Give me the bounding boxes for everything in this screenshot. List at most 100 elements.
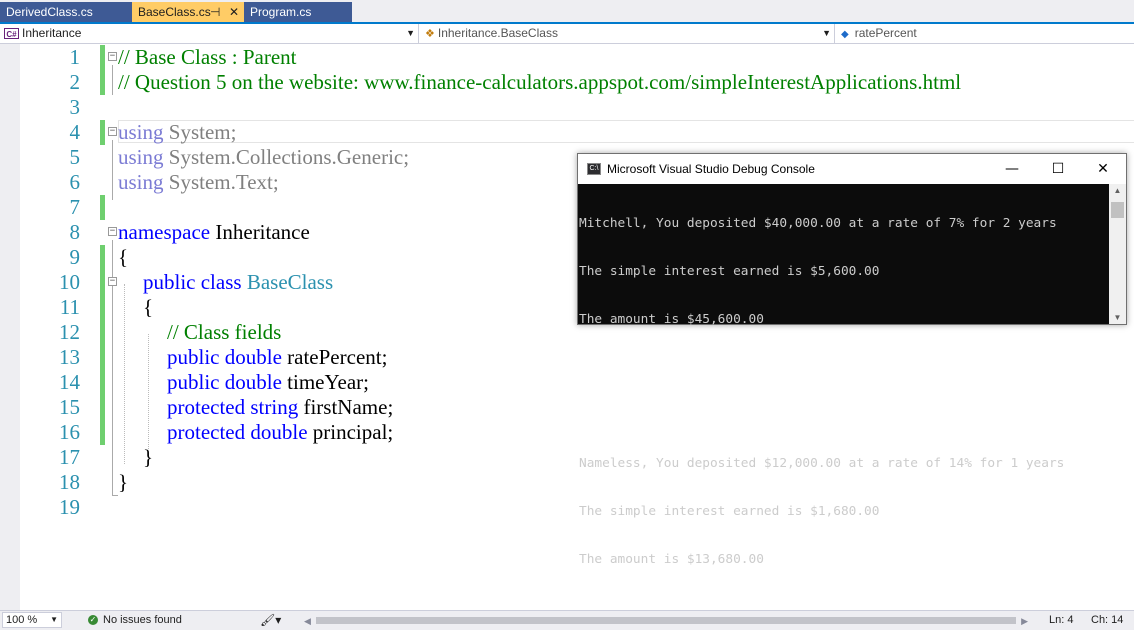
csharp-project-icon: C# — [4, 28, 19, 40]
field-name: ratePercent; — [281, 345, 388, 369]
code-text: // Class fields — [167, 320, 282, 344]
member-dropdown[interactable]: ◆ ratePercent — [835, 24, 1134, 43]
line-number: 13 — [59, 345, 80, 369]
console-line: The amount is $45,600.00 — [579, 312, 764, 327]
collapse-icon[interactable]: − — [108, 227, 117, 236]
change-indicator — [100, 320, 105, 345]
namespace-name: System.Text; — [163, 170, 279, 194]
chevron-down-icon: ▼ — [822, 28, 831, 38]
console-line: Mitchell, You deposited $40,000.00 at a … — [579, 216, 1057, 231]
class-icon: ❖ — [425, 28, 435, 40]
collapse-icon[interactable]: − — [108, 52, 117, 61]
tab-label: DerivedClass.cs — [6, 5, 93, 19]
line-number: 7 — [69, 195, 81, 219]
type-label: Inheritance.BaseClass — [437, 26, 558, 40]
scroll-up-icon[interactable]: ▲ — [1109, 186, 1126, 195]
debug-console-window[interactable]: C:\ Microsoft Visual Studio Debug Consol… — [577, 153, 1127, 567]
change-indicator — [100, 270, 105, 295]
console-line: The simple interest earned is $1,680.00 — [579, 504, 880, 519]
line-number: 5 — [69, 145, 81, 169]
keyword: namespace — [118, 220, 211, 244]
line-number: 16 — [59, 420, 80, 444]
close-button[interactable]: ✕ — [1080, 154, 1126, 184]
console-line: Nameless, You deposited $12,000.00 at a … — [579, 456, 1065, 471]
chevron-down-icon: ▼ — [406, 28, 415, 38]
code-text: // Question 5 on the website: www.financ… — [118, 70, 962, 94]
tab-derivedclass[interactable]: DerivedClass.cs — [0, 2, 132, 22]
console-vertical-scrollbar[interactable]: ▲ ▼ — [1109, 184, 1126, 324]
code-text: protected double principal; — [167, 420, 393, 445]
change-indicator — [100, 45, 105, 70]
keyword: using — [118, 145, 164, 169]
document-tab-bar: DerivedClass.cs BaseClass.cs ⊣ ✕ Program… — [0, 0, 1134, 24]
code-text: { — [118, 245, 129, 269]
code-text: protected string firstName; — [167, 395, 393, 420]
issues-indicator[interactable]: No issues found — [103, 611, 182, 630]
console-app-icon: C:\ — [587, 163, 601, 175]
line-number: 1 — [69, 45, 81, 69]
tab-label: BaseClass.cs — [138, 5, 211, 19]
code-text: using System; — [118, 120, 236, 145]
tab-program[interactable]: Program.cs — [244, 2, 352, 22]
maximize-button[interactable]: ☐ — [1035, 154, 1081, 184]
line-number: 9 — [69, 245, 81, 269]
line-number: 3 — [69, 95, 81, 119]
horizontal-scrollbar[interactable]: ◀ ▶ — [300, 615, 1028, 626]
line-number: 17 — [59, 445, 80, 469]
keyword: using — [118, 120, 164, 144]
tab-label: Program.cs — [250, 5, 312, 19]
line-number: 2 — [69, 70, 81, 94]
change-indicator — [100, 70, 105, 95]
scroll-left-icon[interactable]: ◀ — [304, 612, 311, 631]
member-label: ratePercent — [854, 26, 917, 40]
code-text: namespace Inheritance — [118, 220, 310, 245]
code-text: } — [143, 445, 154, 469]
code-text: public class BaseClass — [143, 270, 333, 295]
minimize-button[interactable]: — — [989, 154, 1035, 184]
code-line: 4 − using System; — [0, 120, 1134, 145]
console-output-area[interactable]: Mitchell, You deposited $40,000.00 at a … — [578, 184, 1126, 567]
column-indicator: Ch: 14 — [1091, 614, 1124, 626]
code-cleanup-icon[interactable]: 🖌▾ — [260, 611, 281, 630]
code-line: 1 − // Base Class : Parent — [0, 45, 1134, 70]
keyword: using — [118, 170, 164, 194]
keyword: public double — [167, 370, 282, 394]
namespace-name: System; — [163, 120, 237, 144]
close-icon[interactable]: ✕ — [229, 2, 239, 22]
namespace-name: System.Collections.Generic; — [163, 145, 410, 169]
zoom-dropdown[interactable]: 100 % ▼ — [2, 612, 62, 628]
project-dropdown[interactable]: C# Inheritance ▼ — [0, 24, 419, 43]
line-number: 12 — [59, 320, 80, 344]
line-indicator: Ln: 4 — [1049, 614, 1074, 626]
pin-icon[interactable]: ⊣ — [210, 2, 220, 22]
navigation-bar: C# Inheritance ▼ ❖ Inheritance.BaseClass ▼… — [0, 24, 1134, 44]
code-text: public double ratePercent; — [167, 345, 387, 370]
type-dropdown[interactable]: ❖ Inheritance.BaseClass ▼ — [419, 24, 835, 43]
collapse-icon[interactable]: − — [108, 277, 117, 286]
line-number: 15 — [59, 395, 80, 419]
console-line: The simple interest earned is $5,600.00 — [579, 264, 880, 279]
collapse-icon[interactable]: − — [108, 127, 117, 136]
field-name: timeYear; — [281, 370, 370, 394]
line-number: 4 — [69, 120, 81, 144]
code-text: // Base Class : Parent — [118, 45, 297, 69]
console-title: Microsoft Visual Studio Debug Console — [607, 162, 815, 176]
scrollbar-thumb[interactable] — [1111, 202, 1124, 218]
change-indicator — [100, 120, 105, 145]
tab-baseclass[interactable]: BaseClass.cs ⊣ ✕ — [132, 2, 244, 22]
field-name: firstName; — [298, 395, 394, 419]
scroll-down-icon[interactable]: ▼ — [1109, 313, 1126, 322]
project-label: Inheritance — [22, 26, 82, 40]
chevron-down-icon: ▼ — [50, 615, 58, 624]
change-indicator — [100, 295, 105, 320]
line-number: 14 — [59, 370, 80, 394]
line-number: 11 — [59, 295, 80, 319]
scrollbar-thumb[interactable] — [316, 617, 1016, 624]
console-title-bar[interactable]: C:\ Microsoft Visual Studio Debug Consol… — [578, 154, 1126, 184]
change-indicator — [100, 370, 105, 395]
keyword: protected double — [167, 420, 308, 444]
code-text: public double timeYear; — [167, 370, 369, 395]
scroll-right-icon[interactable]: ▶ — [1021, 612, 1028, 631]
